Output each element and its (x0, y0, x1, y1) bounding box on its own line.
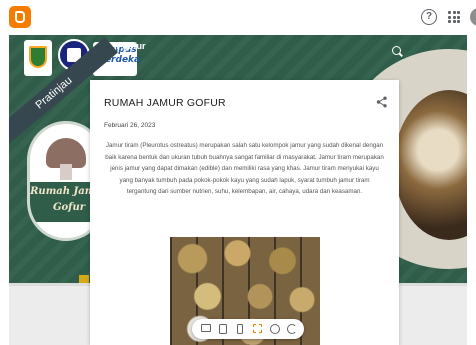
post-card: RUMAH JAMUR GOFUR Februari 26, 2023 Jamu… (90, 80, 399, 345)
post-date: Februari 26, 2023 (104, 122, 156, 129)
search-icon[interactable] (392, 46, 401, 55)
regency-logo (24, 40, 52, 76)
fit-view-icon[interactable] (253, 324, 262, 333)
apps-grid-icon[interactable] (448, 11, 460, 23)
avatar[interactable] (470, 8, 476, 26)
share-icon[interactable] (376, 96, 388, 108)
top-bar: ? (0, 0, 476, 35)
device-toolbar (192, 319, 304, 339)
desktop-view-icon[interactable] (201, 324, 211, 332)
post-body: Jamur tiram (Pleurotus ostreatus) merupa… (105, 142, 384, 195)
refresh-icon[interactable] (287, 324, 297, 334)
tablet-view-icon[interactable] (219, 324, 227, 334)
help-icon[interactable]: ? (421, 9, 437, 25)
globe-icon[interactable] (270, 324, 280, 334)
blogger-logo-icon[interactable] (9, 6, 31, 28)
phone-view-icon[interactable] (237, 324, 243, 334)
post-title: RUMAH JAMUR GOFUR (104, 97, 226, 109)
